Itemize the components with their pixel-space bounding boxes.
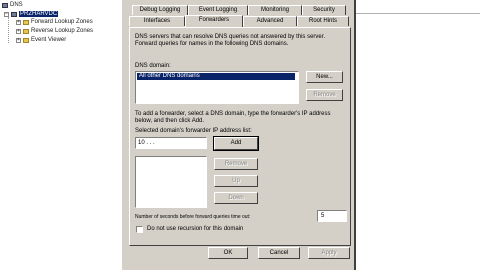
expand-icon[interactable]: + <box>16 37 21 43</box>
server-icon <box>11 11 17 17</box>
tree-root-label: DNS <box>10 2 23 8</box>
expand-icon[interactable]: + <box>16 28 21 34</box>
forwarder-ip-list[interactable] <box>135 156 207 208</box>
timeout-input[interactable]: 5 <box>317 210 347 222</box>
tree-server[interactable]: − PRZHARVDC <box>4 10 59 18</box>
tree-item-label: Forward Lookup Zones <box>31 19 93 25</box>
add-forwarder-text: To add a forwarder, select a DNS domain,… <box>135 111 331 124</box>
tab-security[interactable]: Security <box>302 5 346 15</box>
add-button[interactable]: Add <box>213 136 259 151</box>
cancel-button[interactable]: Cancel <box>258 247 300 259</box>
tree-item-reverse-zones[interactable]: + Reverse Lookup Zones <box>16 27 93 35</box>
tab-event-logging[interactable]: Event Logging <box>188 5 248 15</box>
tree-item-label: Event Viewer <box>31 37 67 43</box>
tree-item-label: Reverse Lookup Zones <box>31 28 94 34</box>
tree-item-forward-zones[interactable]: + Forward Lookup Zones <box>16 18 93 26</box>
dns-domain-list[interactable]: All other DNS domains <box>135 71 299 104</box>
timeout-label: Number of seconds before forward queries… <box>135 214 251 220</box>
no-recursion-checkbox[interactable] <box>136 226 143 233</box>
tree-root[interactable]: DNS <box>2 1 23 9</box>
header-divider <box>356 13 480 14</box>
server-properties-dialog: Debug Logging Event Logging Monitoring S… <box>120 0 356 270</box>
tree-connector <box>8 17 9 43</box>
up-button[interactable]: Up <box>214 175 258 187</box>
ip-list-label: Selected domain's forwarder IP address l… <box>135 128 252 134</box>
tab-forwarders[interactable]: Forwarders <box>185 15 243 27</box>
remove-ip-button[interactable]: Remove <box>214 158 258 170</box>
tab-debug-logging[interactable]: Debug Logging <box>132 5 188 15</box>
expand-icon[interactable]: + <box>16 19 21 25</box>
collapse-icon[interactable]: − <box>4 11 9 17</box>
no-recursion-label[interactable]: Do not use recursion for this domain <box>147 226 243 233</box>
remove-domain-button[interactable]: Remove <box>306 89 343 101</box>
console-tree: DNS − PRZHARVDC + Forward Lookup Zones +… <box>0 0 120 270</box>
tab-advanced[interactable]: Advanced <box>243 16 297 26</box>
new-button[interactable]: New... <box>306 71 343 83</box>
folder-icon <box>23 19 29 25</box>
apply-button[interactable]: Apply <box>308 247 350 259</box>
ok-button[interactable]: OK <box>208 247 248 259</box>
list-item[interactable]: All other DNS domains <box>137 73 295 80</box>
dns-icon <box>2 2 8 8</box>
ip-address-input[interactable]: 10 . . . <box>135 137 207 149</box>
tab-root-hints[interactable]: Root Hints <box>297 16 349 26</box>
folder-icon <box>23 28 29 34</box>
tree-item-event-viewer[interactable]: + Event Viewer <box>16 36 66 44</box>
tree-server-label: PRZHARVDC <box>19 11 59 17</box>
tab-monitoring[interactable]: Monitoring <box>248 5 302 15</box>
tab-interfaces[interactable]: Interfaces <box>129 16 185 26</box>
dns-domain-label: DNS domain: <box>135 63 171 69</box>
down-button[interactable]: Down <box>214 192 258 204</box>
event-viewer-icon <box>23 37 29 43</box>
details-pane <box>356 0 480 270</box>
intro-text: DNS servers that can resolve DNS queries… <box>135 34 326 47</box>
